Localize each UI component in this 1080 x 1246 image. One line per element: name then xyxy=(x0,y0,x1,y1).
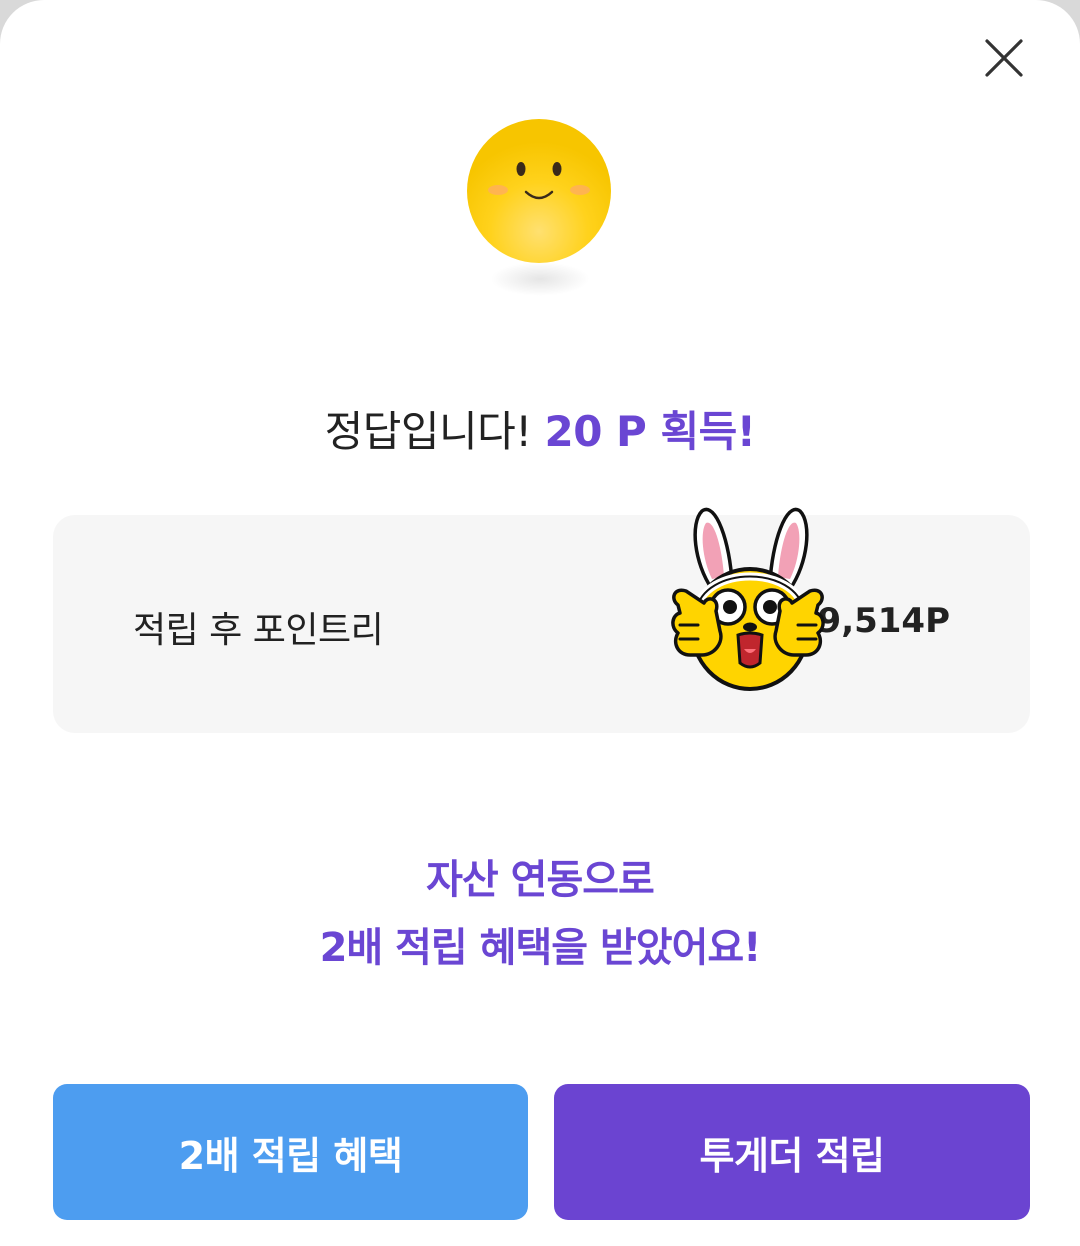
emoji-shadow xyxy=(490,262,590,296)
benefit-message: 자산 연동으로 2배 적립 혜택을 받았어요! xyxy=(0,846,1080,982)
reward-amount: 20 P 획득! xyxy=(544,407,756,456)
points-card: 적립 후 포인트리 9,514P xyxy=(53,515,1030,733)
close-button[interactable] xyxy=(978,32,1030,84)
double-reward-button[interactable]: 2배 적립 혜택 xyxy=(53,1084,528,1220)
points-value: 9,514P xyxy=(817,601,950,641)
double-reward-button-label: 2배 적립 혜택 xyxy=(178,1133,403,1178)
benefit-line-2: 2배 적립 혜택을 받았어요! xyxy=(319,925,762,971)
close-icon xyxy=(985,39,1023,77)
smiley-emoji-icon xyxy=(466,118,612,264)
benefit-line-1: 자산 연동으로 xyxy=(426,857,655,903)
points-label: 적립 후 포인트리 xyxy=(133,610,384,651)
result-headline: 정답입니다! 20 P 획득! xyxy=(0,398,1080,459)
result-prefix: 정답입니다! xyxy=(324,407,545,456)
bunny-ear-character-sticker xyxy=(668,503,828,695)
result-bottom-sheet: 정답입니다! 20 P 획득! 적립 후 포인트리 9,514P 자산 연동으로… xyxy=(0,0,1080,1246)
together-reward-button[interactable]: 투게더 적립 xyxy=(554,1084,1030,1220)
together-reward-button-label: 투게더 적립 xyxy=(699,1133,885,1178)
